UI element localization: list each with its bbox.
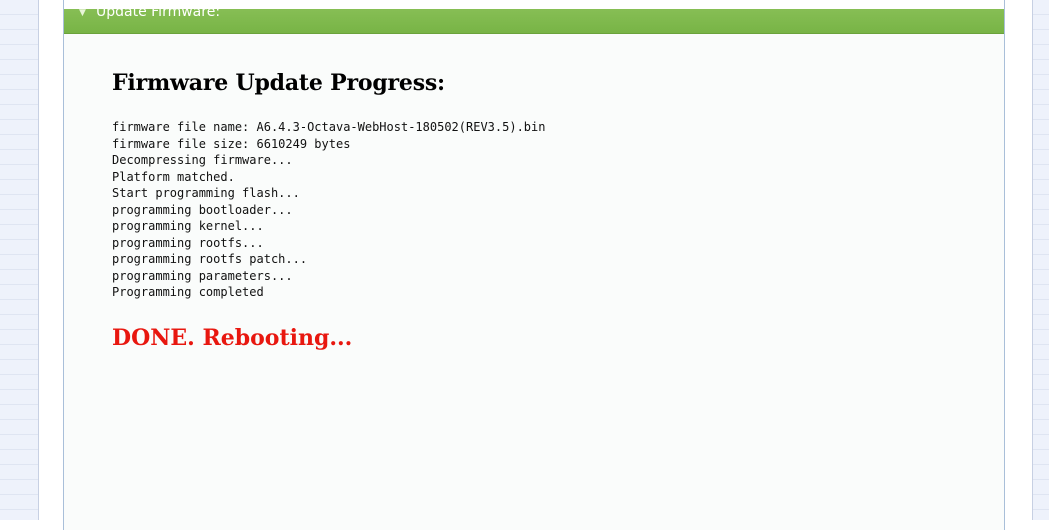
log-line: programming bootloader... — [112, 202, 293, 217]
log-line: firmware file size: 6610249 bytes — [112, 136, 351, 151]
log-line: programming kernel... — [112, 219, 264, 233]
log-line: Programming completed — [112, 285, 264, 299]
log-line: firmware file name: A6.4.3-Octava-WebHos… — [112, 120, 546, 134]
log-line: Start programming flash... — [112, 186, 300, 200]
progress-log: firmware file name: A6.4.3-Octava-WebHos… — [112, 119, 984, 301]
log-line: programming rootfs patch... — [112, 252, 308, 266]
status-message: DONE. Rebooting... — [112, 324, 353, 351]
update-firmware-panel: ▼ Update Firmware: Firmware Update Progr… — [63, 0, 1005, 530]
left-background-stripes — [0, 0, 39, 520]
log-line: programming rootfs... — [112, 235, 264, 250]
progress-heading: Firmware Update Progress: — [112, 70, 445, 96]
right-background-stripes — [1032, 0, 1049, 520]
chevron-down-icon[interactable]: ▼ — [79, 8, 86, 18]
screenshot-top-edge — [64, 0, 1004, 9]
log-line: programming parameters... — [112, 268, 293, 283]
progress-content: Firmware Update Progress: firmware file … — [112, 66, 984, 353]
right-gutter — [1005, 0, 1032, 520]
log-line: Platform matched. — [112, 169, 235, 184]
left-gutter — [39, 0, 63, 520]
log-line: Decompressing firmware... — [112, 153, 293, 167]
